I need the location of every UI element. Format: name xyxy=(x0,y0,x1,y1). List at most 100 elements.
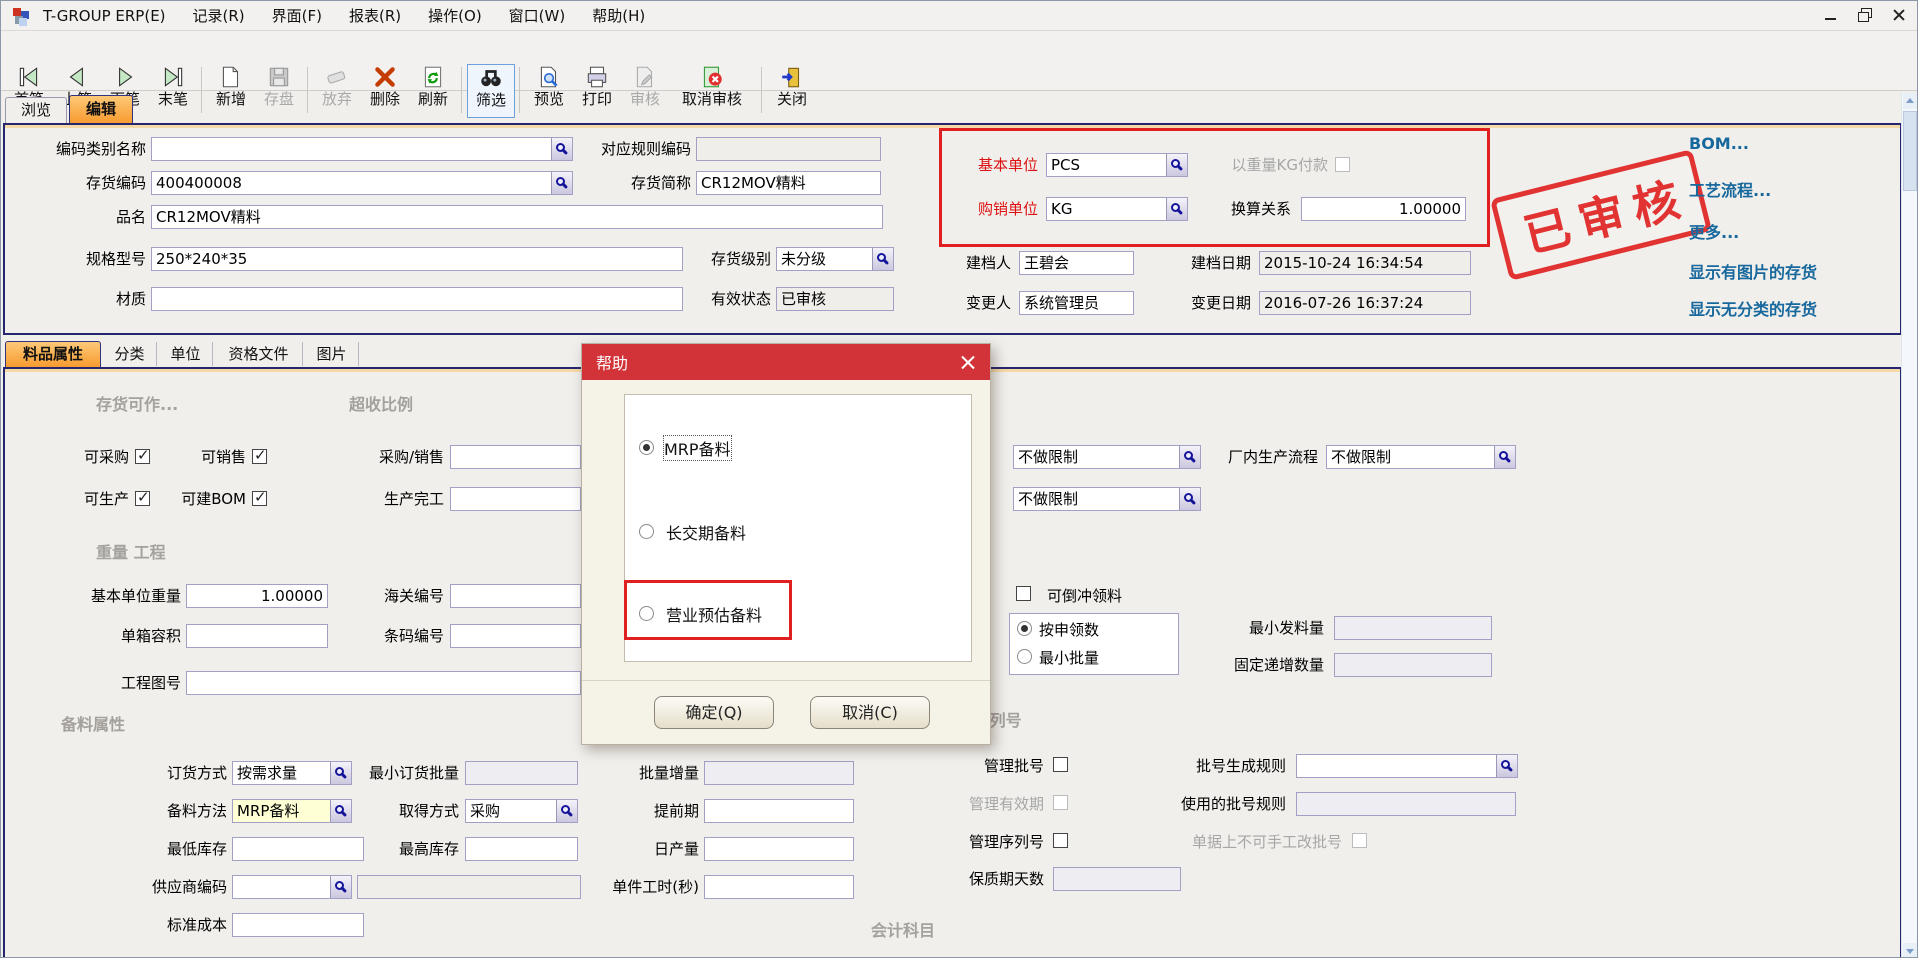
daily-output-field[interactable] xyxy=(704,837,854,861)
prep-method-field[interactable]: MRP备料 xyxy=(232,799,352,823)
toolbar-preview-button[interactable]: 预览 xyxy=(525,64,573,118)
by-requisition-radio[interactable] xyxy=(1017,621,1032,636)
close-window-icon[interactable] xyxy=(1891,7,1907,23)
dialog-close-icon[interactable] xyxy=(958,352,978,372)
menu-help[interactable]: 帮助(H) xyxy=(592,5,645,26)
shelf-days-label: 保质期天数 xyxy=(956,867,1044,891)
producible-checkbox[interactable] xyxy=(135,491,150,506)
menu-record[interactable]: 记录(R) xyxy=(193,5,245,26)
drawing-no-field[interactable] xyxy=(186,671,581,695)
tab-edit[interactable]: 编辑 xyxy=(69,95,133,123)
toolbar-last-button[interactable]: 末笔 xyxy=(149,64,197,118)
purchasable-checkbox[interactable] xyxy=(135,449,150,464)
lookup-button[interactable] xyxy=(556,800,577,822)
producible-label: 可生产 xyxy=(56,487,129,511)
trade-unit-field[interactable]: KG xyxy=(1046,197,1188,221)
menu-app[interactable]: T-GROUP ERP(E) xyxy=(43,7,166,25)
dialog-cancel-button[interactable]: 取消(C) xyxy=(810,696,930,729)
lookup-button[interactable] xyxy=(872,248,893,270)
max-stock-field[interactable] xyxy=(465,837,578,861)
manage-serial-checkbox[interactable] xyxy=(1053,833,1068,848)
base-unit-weight-field[interactable]: 1.00000 xyxy=(186,584,328,608)
factory-flow-field[interactable]: 不做限制 xyxy=(1326,445,1516,469)
lookup-button[interactable] xyxy=(330,800,351,822)
dialog-long-lead-label[interactable]: 长交期备料 xyxy=(666,520,746,544)
lookup-button[interactable] xyxy=(1494,446,1515,468)
coding-category-field[interactable] xyxy=(151,137,573,161)
tab-picture[interactable]: 图片 xyxy=(305,342,359,366)
supplier-code-field[interactable] xyxy=(232,875,352,899)
link-more[interactable]: 更多... xyxy=(1689,219,1739,243)
barcode-field[interactable] xyxy=(450,624,581,648)
scrollbar-thumb[interactable] xyxy=(1903,111,1917,191)
acquire-method-field[interactable]: 采购 xyxy=(465,799,578,823)
restriction-field-2[interactable]: 不做限制 xyxy=(1013,487,1201,511)
restriction-field-1[interactable]: 不做限制 xyxy=(1013,445,1201,469)
link-show-with-picture[interactable]: 显示有图片的存货 xyxy=(1689,259,1817,283)
purchase-sale-field[interactable] xyxy=(450,445,581,469)
tab-category[interactable]: 分类 xyxy=(103,342,157,366)
menu-report[interactable]: 报表(R) xyxy=(349,5,401,26)
scroll-up-icon[interactable] xyxy=(1903,93,1917,109)
menu-interface[interactable]: 界面(F) xyxy=(272,5,322,26)
restore-icon[interactable] xyxy=(1857,7,1873,23)
tab-qualification[interactable]: 资格文件 xyxy=(215,342,303,366)
menu-window[interactable]: 窗口(W) xyxy=(509,5,566,26)
lookup-button[interactable] xyxy=(1166,154,1187,176)
customs-code-field[interactable] xyxy=(450,584,581,608)
toolbar-new-button[interactable]: 新增 xyxy=(207,64,255,118)
lookup-button[interactable] xyxy=(1179,488,1200,510)
sellable-checkbox[interactable] xyxy=(252,449,267,464)
link-bom[interactable]: BOM... xyxy=(1689,134,1749,153)
modify-date-label: 变更日期 xyxy=(1151,291,1251,315)
item-code-field[interactable]: 400400008 xyxy=(151,171,573,195)
status-field: 已审核 xyxy=(776,287,894,311)
tab-unit[interactable]: 单位 xyxy=(159,342,213,366)
level-field[interactable]: 未分级 xyxy=(776,247,894,271)
box-volume-field[interactable] xyxy=(186,624,328,648)
vertical-scrollbar[interactable] xyxy=(1901,93,1917,958)
lookup-button[interactable] xyxy=(1179,446,1200,468)
product-name-field[interactable]: CR12MOV精料 xyxy=(151,205,883,229)
lead-time-field[interactable] xyxy=(704,799,854,823)
min-batch-radio[interactable] xyxy=(1017,649,1032,664)
dialog-mrp-label[interactable]: MRP备料 xyxy=(664,436,731,460)
scroll-down-icon[interactable] xyxy=(1903,943,1917,958)
sellable-label: 可销售 xyxy=(173,445,246,469)
lookup-button[interactable] xyxy=(330,876,351,898)
dialog-mrp-radio[interactable] xyxy=(639,440,654,455)
toolbar-cancel-audit-button[interactable]: 取消审核 xyxy=(669,64,755,118)
toolbar-filter-button[interactable]: 筛选 xyxy=(467,64,515,118)
base-unit-field[interactable]: PCS xyxy=(1046,153,1188,177)
menu-operation[interactable]: 操作(O) xyxy=(428,5,482,26)
dialog-title-bar[interactable]: 帮助 xyxy=(582,344,990,380)
manage-batch-checkbox[interactable] xyxy=(1053,757,1068,772)
dialog-long-lead-radio[interactable] xyxy=(639,524,654,539)
order-method-field[interactable]: 按需求量 xyxy=(232,761,352,785)
min-stock-field[interactable] xyxy=(232,837,364,861)
link-show-uncategorized[interactable]: 显示无分类的存货 xyxy=(1689,296,1817,320)
toolbar-close-button[interactable]: 关闭 xyxy=(767,64,817,118)
material-field[interactable] xyxy=(151,287,683,311)
minimize-icon[interactable] xyxy=(1823,7,1839,23)
std-cost-field[interactable] xyxy=(232,913,364,937)
batch-rule-field[interactable] xyxy=(1296,754,1518,778)
tab-item-attributes[interactable]: 料品属性 xyxy=(5,341,101,367)
lookup-button[interactable] xyxy=(1166,198,1187,220)
toolbar-delete-button[interactable]: 删除 xyxy=(361,64,409,118)
prod-complete-field[interactable] xyxy=(450,487,581,511)
conversion-field[interactable]: 1.00000 xyxy=(1301,197,1466,221)
lookup-button[interactable] xyxy=(1496,755,1517,777)
dialog-ok-button[interactable]: 确定(Q) xyxy=(654,696,774,729)
backflush-checkbox[interactable] xyxy=(1016,586,1031,601)
link-process-flow[interactable]: 工艺流程... xyxy=(1689,177,1771,201)
item-short-field[interactable]: CR12MOV精料 xyxy=(696,171,881,195)
toolbar-print-button[interactable]: 打印 xyxy=(573,64,621,118)
trade-unit-label: 购销单位 xyxy=(956,197,1038,221)
can-bom-checkbox[interactable] xyxy=(252,491,267,506)
tab-browse[interactable]: 浏览 xyxy=(5,97,67,123)
spec-field[interactable]: 250*240*35 xyxy=(151,247,683,271)
product-name-value: CR12MOV精料 xyxy=(152,206,882,228)
unit-time-field[interactable] xyxy=(704,875,854,899)
toolbar-refresh-button[interactable]: 刷新 xyxy=(409,64,457,118)
